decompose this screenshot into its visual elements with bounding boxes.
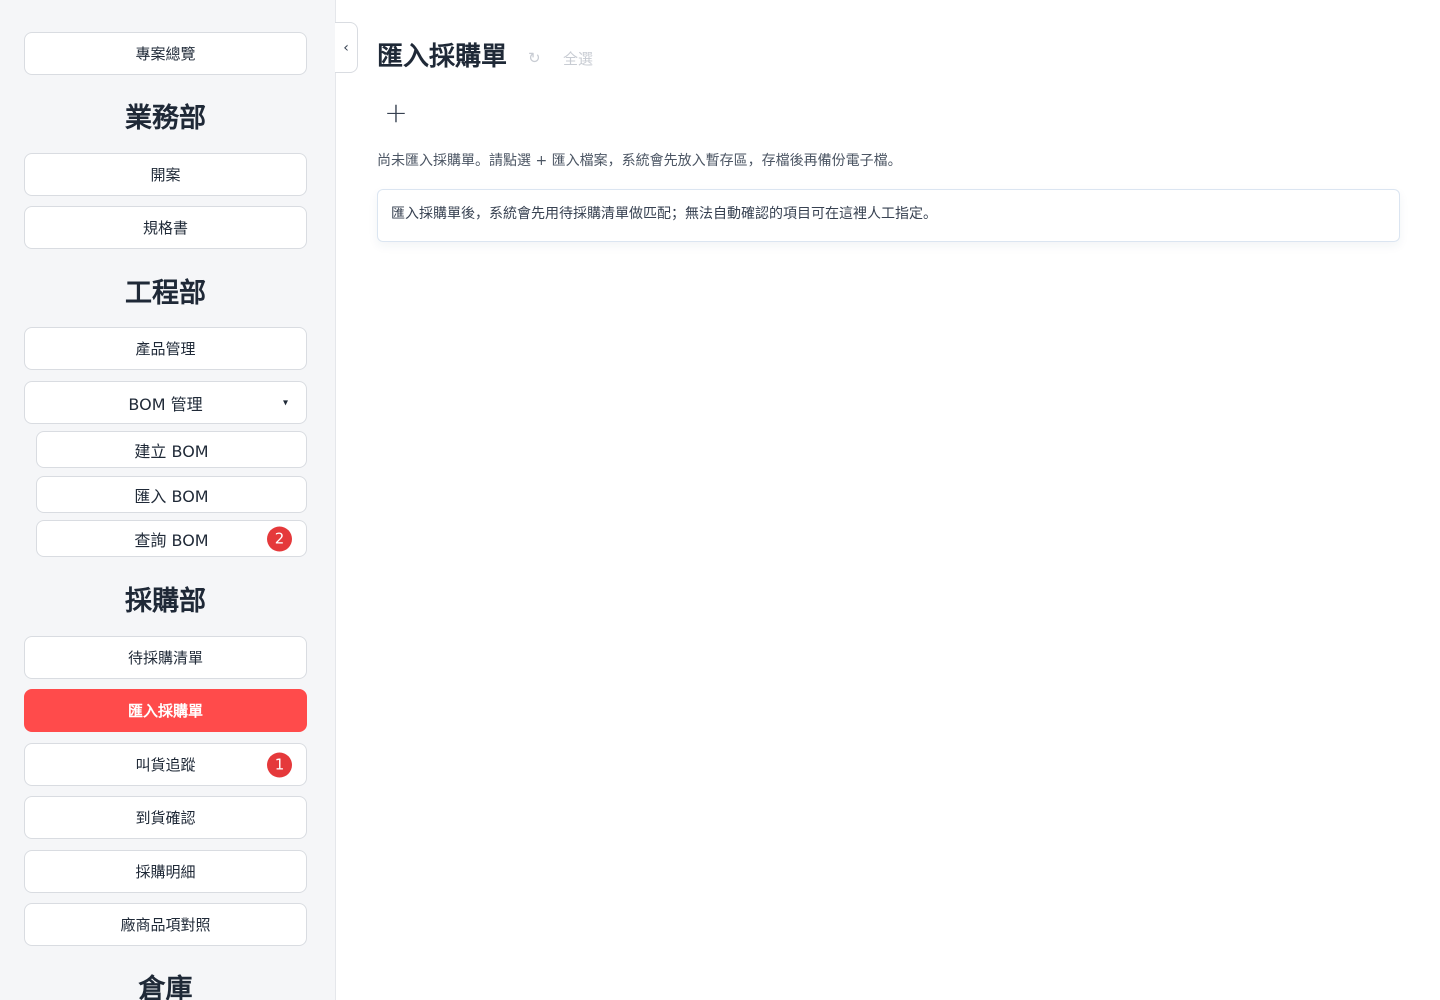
notification-badge: 1	[267, 752, 292, 777]
chevron-down-icon: ▾	[282, 397, 288, 408]
nav-product-management[interactable]: 產品管理	[24, 327, 307, 370]
info-box: 匯入採購單後，系統會先用待採購清單做匹配；無法自動確認的項目可在這裡人工指定。	[377, 189, 1400, 242]
section-title-engineering: 工程部	[125, 278, 206, 309]
sidebar: 專案總覽 業務部 開案 規格書 工程部 產品管理 BOM 管理 ▾ 建立 BOM…	[0, 0, 336, 1000]
add-file-button[interactable]: +	[381, 99, 411, 129]
notification-badge: 2	[267, 526, 292, 551]
nav-query-bom-label: 查詢 BOM	[134, 530, 209, 550]
nav-create-bom[interactable]: 建立 BOM	[36, 431, 307, 468]
info-box-text: 匯入採購單後，系統會先用待採購清單做匹配；無法自動確認的項目可在這裡人工指定。	[391, 206, 937, 222]
nav-query-bom[interactable]: 查詢 BOM 2	[36, 520, 307, 557]
empty-state-hint: 尚未匯入採購單。請點選 + 匯入檔案，系統會先放入暫存區，存檔後再備份電子檔。	[377, 153, 902, 169]
nav-import-purchase-order[interactable]: 匯入採購單	[24, 689, 307, 732]
nav-order-tracking-label: 叫貨追蹤	[135, 756, 196, 774]
main-content: 匯入採購單 ↻ 全選 + 尚未匯入採購單。請點選 + 匯入檔案，系統會先放入暫存…	[377, 0, 1400, 1000]
nav-bom-management-label: BOM 管理	[128, 394, 203, 414]
nav-arrival-confirmation[interactable]: 到貨確認	[24, 796, 307, 839]
nav-order-tracking[interactable]: 叫貨追蹤 1	[24, 743, 307, 786]
section-title-purchasing: 採購部	[125, 586, 206, 617]
select-all-button[interactable]: 全選	[563, 48, 593, 69]
nav-project-overview[interactable]: 專案總覽	[24, 32, 307, 75]
chevron-left-icon: ‹	[343, 39, 349, 56]
nav-import-bom[interactable]: 匯入 BOM	[36, 476, 307, 513]
page-title: 匯入採購單	[377, 42, 508, 72]
section-title-sales: 業務部	[125, 103, 206, 134]
nav-pending-purchase-list[interactable]: 待採購清單	[24, 636, 307, 679]
nav-open-case[interactable]: 開案	[24, 153, 307, 196]
nav-purchase-detail[interactable]: 採購明細	[24, 850, 307, 893]
nav-bom-management[interactable]: BOM 管理 ▾	[24, 381, 307, 424]
plus-icon: +	[384, 96, 408, 129]
section-title-warehouse: 倉庫	[138, 974, 193, 1000]
nav-spec-sheet[interactable]: 規格書	[24, 206, 307, 249]
nav-vendor-item-mapping[interactable]: 廠商品項對照	[24, 903, 307, 946]
refresh-icon[interactable]: ↻	[528, 49, 541, 67]
sidebar-collapse-button[interactable]: ‹	[335, 22, 358, 73]
